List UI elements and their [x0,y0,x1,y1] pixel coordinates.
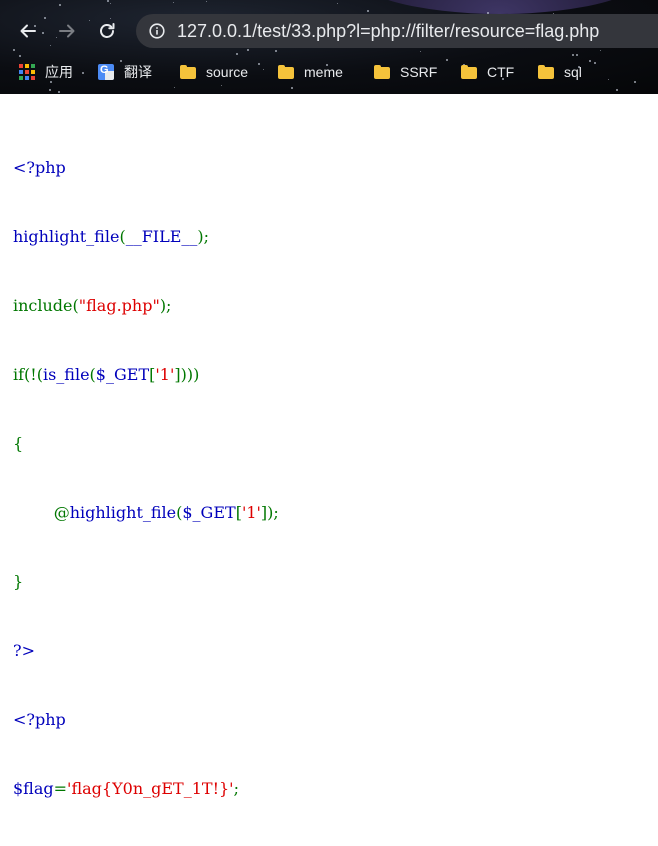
address-bar[interactable]: 127.0.0.1/test/33.php?l=php://filter/res… [136,14,658,48]
star-dot [19,55,21,57]
code-line: ?> [13,639,279,662]
bookmark-translate[interactable]: 翻译 [98,58,152,86]
star-dot [59,4,61,6]
reload-icon [100,23,115,38]
string-literal: '1' [241,503,261,522]
bookmark-folder-meme[interactable]: meme [278,58,343,86]
star-dot [89,20,90,21]
star-dot [420,51,421,52]
punctuation: ); [197,227,210,246]
php-open-tag: <?php [13,158,66,177]
back-button[interactable] [14,15,42,47]
bookmark-folder-ssrf[interactable]: SSRF [374,58,437,86]
folder-icon [374,64,390,80]
info-circle-icon[interactable] [148,22,166,40]
code-line: highlight_file(__FILE__); [13,225,279,248]
folder-icon [461,64,477,80]
star-dot [58,91,60,93]
bookmark-label: 翻译 [124,64,152,80]
php-source-code: <?php highlight_file(__FILE__); include(… [13,110,279,846]
variable: $_GET [95,365,150,384]
bookmark-label: sql [564,64,582,80]
star-dot [576,54,578,56]
php-open-tag: <?php [13,710,66,729]
forward-button[interactable] [53,15,81,47]
star-dot [42,32,44,34]
bookmark-folder-sql[interactable]: sql [538,58,582,86]
apps-grid-icon [19,64,35,80]
php-close-tag: ?> [13,641,35,660]
star-dot [337,3,338,4]
star-dot [50,45,51,46]
code-line: <?php [13,156,279,179]
star-dot [174,87,175,88]
punctuation: ]))) [174,365,200,384]
theme-background-art [350,0,650,14]
bookmark-folder-ctf[interactable]: CTF [461,58,514,86]
operator: @ [13,503,70,522]
star-dot [572,54,574,56]
google-translate-icon [98,64,114,80]
flag-string: 'flag{Y0n_gET_1T!}' [67,779,234,798]
code-line: <?php [13,708,279,731]
bookmark-label: 应用 [45,64,73,80]
bookmark-apps[interactable]: 应用 [19,58,73,86]
folder-icon [538,64,554,80]
star-dot [275,50,277,52]
string-literal: '1' [155,365,175,384]
folder-icon [278,64,294,80]
reload-button[interactable] [93,15,121,47]
string-literal: "flag.php" [78,296,160,315]
url-text[interactable]: 127.0.0.1/test/33.php?l=php://filter/res… [177,21,599,42]
folder-icon [180,64,196,80]
bookmark-folder-source[interactable]: source [180,58,248,86]
star-dot [206,1,207,2]
variable: $_GET [182,503,236,522]
punctuation: ]); [260,503,279,522]
code-line: $flag='flag{Y0n_gET_1T!}'; [13,777,279,800]
function-name: highlight_file [13,227,120,246]
punctuation: ; [233,779,239,798]
star-dot [44,17,46,19]
star-dot [616,89,618,91]
keyword: if(!( [13,365,43,384]
arrow-right-icon [59,24,75,38]
arrow-left-icon [20,24,36,38]
variable: $flag [13,779,54,798]
star-dot [173,2,174,3]
bookmark-label: meme [304,64,343,80]
star-dot [49,89,51,91]
function-name: is_file [42,365,90,384]
star-dot [236,53,238,55]
star-dot [600,50,601,51]
bookmark-label: CTF [487,64,515,80]
star-dot [110,3,111,4]
punctuation: } [13,572,24,591]
star-dot [247,49,249,51]
keyword: include( [13,296,79,315]
function-name: highlight_file [69,503,177,522]
operator: = [53,779,68,798]
page-content: <?php highlight_file(__FILE__); include(… [0,94,658,798]
bookmark-label: source [206,64,249,80]
code-line: @highlight_file($_GET['1']); [13,501,279,524]
punctuation: ); [159,296,172,315]
punctuation: { [13,434,24,453]
star-dot [291,87,293,89]
bookmarks-bar: 应用 翻译 source meme SSRF CTF sql [0,58,658,86]
code-line: include("flag.php"); [13,294,279,317]
star-dot [367,10,369,12]
code-line: if(!(is_file($_GET['1']))) [13,363,279,386]
star-dot [107,0,109,2]
constant: __FILE__ [125,227,198,246]
bookmark-label: SSRF [400,64,438,80]
star-dot [13,49,15,51]
browser-chrome: 127.0.0.1/test/33.php?l=php://filter/res… [0,0,658,94]
code-line: } [13,570,279,593]
